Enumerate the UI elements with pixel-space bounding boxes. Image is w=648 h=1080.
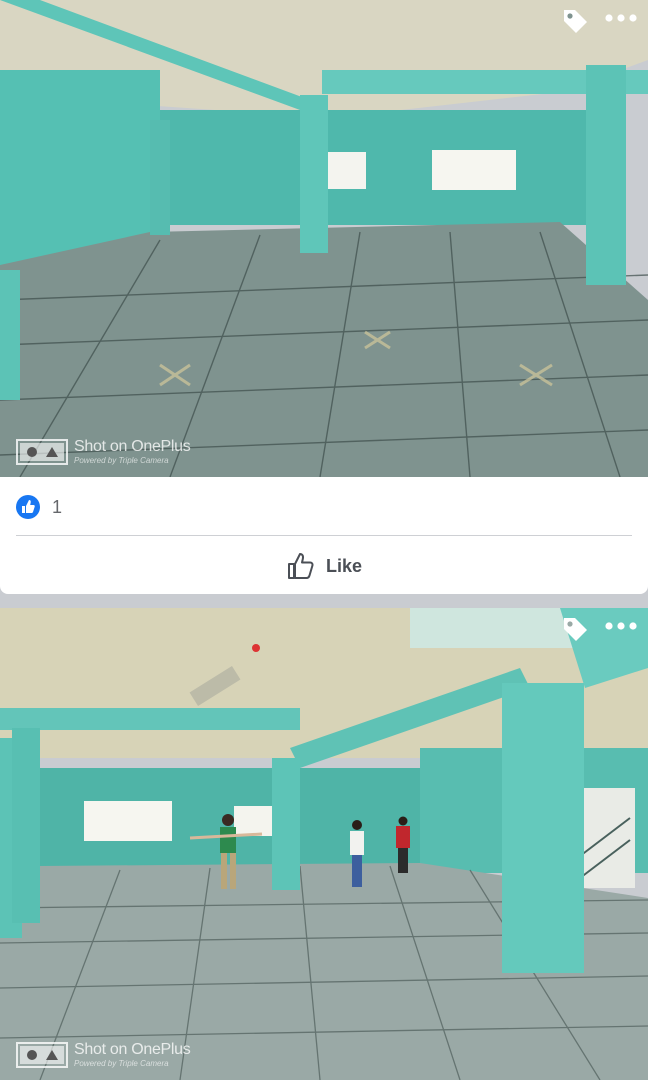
more-options-icon[interactable] [604, 618, 638, 634]
more-options-icon[interactable] [604, 10, 638, 26]
like-reaction-icon [16, 495, 40, 519]
watermark-subtitle: Powered by Triple Camera [74, 456, 169, 465]
like-label: Like [325, 555, 363, 576]
oneplus-camera-icon [16, 1042, 68, 1068]
reaction-summary[interactable]: 1 [16, 495, 62, 519]
tag-icon[interactable] [560, 614, 590, 644]
reaction-count: 1 [52, 496, 63, 517]
thumbs-up-icon [287, 553, 314, 579]
room-photo-image-1 [0, 0, 648, 477]
room-photo-image-2 [0, 608, 648, 1080]
watermark: Shot on OnePlus Powered by Triple Camera [16, 438, 191, 465]
watermark-title: Shot on OnePlus [74, 1041, 191, 1058]
reaction-card: 1 Like [0, 477, 648, 594]
watermark-title: Shot on OnePlus [74, 438, 191, 455]
watermark: Shot on OnePlus Powered by Triple Camera [16, 1041, 191, 1068]
divider [16, 535, 632, 536]
tag-icon[interactable] [560, 6, 590, 36]
post-photo-2[interactable]: Shot on OnePlus Powered by Triple Camera [0, 608, 648, 1080]
like-button[interactable]: Like [0, 547, 648, 585]
watermark-subtitle: Powered by Triple Camera [74, 1059, 169, 1068]
oneplus-camera-icon [16, 439, 68, 465]
post-photo-1[interactable]: Shot on OnePlus Powered by Triple Camera [0, 0, 648, 477]
